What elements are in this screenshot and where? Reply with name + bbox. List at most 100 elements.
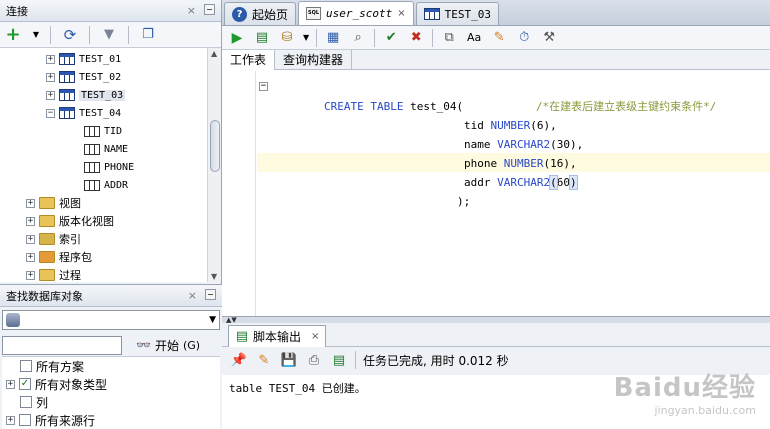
refresh-icon[interactable]: ⟳ (61, 26, 79, 44)
expand-icon[interactable]: + (26, 234, 35, 244)
collapse-icon[interactable]: − (46, 108, 55, 118)
explain-plan-icon[interactable]: ▦ (324, 29, 342, 47)
tree-node-packages[interactable]: + 程序包 (26, 248, 92, 266)
save-icon[interactable]: 💾 (280, 351, 298, 369)
toolbar-separator (89, 25, 90, 44)
expand-icon[interactable]: + (6, 379, 15, 389)
expand-icon[interactable]: + (26, 216, 35, 226)
toolbar-separator (432, 28, 434, 47)
checkbox[interactable] (20, 396, 32, 408)
checkbox[interactable] (19, 414, 31, 426)
scroll-thumb[interactable] (210, 120, 220, 172)
expand-icon[interactable]: + (26, 198, 35, 208)
minimize-icon[interactable] (204, 4, 215, 15)
close-tab-icon[interactable]: × (397, 8, 405, 19)
tab-script-output[interactable]: ▤ 脚本输出 × (228, 324, 327, 347)
eraser-icon[interactable]: ✎ (255, 351, 273, 369)
tree-node-column-addr[interactable]: ADDR (84, 176, 128, 194)
connection-select[interactable]: ▼ (2, 310, 220, 330)
option-all-schemas[interactable]: 所有方案 (20, 357, 84, 375)
close-tab-icon[interactable]: × (311, 331, 319, 342)
sql-keyword: CREATE TABLE (323, 100, 404, 113)
expand-icon[interactable]: + (26, 270, 35, 280)
tree-node-label: TEST_04 (79, 107, 122, 119)
tree-node-test-02[interactable]: + TEST_02 (46, 68, 121, 86)
fold-toggle-icon[interactable]: − (259, 82, 268, 91)
scroll-up-icon[interactable]: ▲ (211, 49, 217, 58)
run-statement-icon[interactable]: ▶ (228, 29, 246, 47)
sql-text: 60 (556, 176, 570, 189)
tree-node-label: 过程 (59, 269, 81, 282)
column-icon (84, 143, 100, 155)
column-icon (84, 125, 100, 137)
tree-node-test-01[interactable]: + TEST_01 (46, 50, 121, 68)
tree-node-test-04[interactable]: − TEST_04 (46, 104, 121, 122)
open-file-icon[interactable]: ▤ (330, 351, 348, 369)
sql-history-icon[interactable]: ⧉ (440, 29, 458, 47)
matched-paren: ) (569, 175, 578, 190)
tab-user-scott[interactable]: SQL user_scott × (298, 1, 414, 25)
expand-icon[interactable]: + (46, 72, 55, 82)
panel-splitter[interactable]: ▲▼ (222, 316, 770, 324)
tree-node-indexes[interactable]: + 索引 (26, 230, 81, 248)
expand-icon[interactable]: + (6, 415, 15, 425)
expand-icon[interactable]: + (26, 252, 35, 262)
minimize-icon[interactable] (205, 289, 216, 300)
expand-icon[interactable]: + (46, 90, 55, 100)
tree-node-views[interactable]: + 视图 (26, 194, 81, 212)
table-icon (59, 71, 75, 83)
option-all-source-lines[interactable]: + 所有来源行 (6, 411, 95, 429)
tab-label: 脚本输出 (253, 329, 302, 344)
expand-icon[interactable]: + (46, 54, 55, 64)
close-icon[interactable]: × (188, 289, 197, 302)
tab-start-page[interactable]: ? 起始页 (224, 2, 297, 25)
output-status: 任务已完成, 用时 0.012 秒 (363, 353, 509, 368)
tree-node-column-name[interactable]: NAME (84, 140, 128, 158)
commit-transaction-icon[interactable]: ✔ (382, 29, 400, 47)
scroll-down-icon[interactable]: ▼ (211, 272, 217, 281)
subtab-query-builder[interactable]: 查询构建器 (275, 49, 353, 70)
pin-icon[interactable]: 📌 (230, 351, 248, 369)
tree-node-column-tid[interactable]: TID (84, 122, 122, 140)
tree-node-procedures[interactable]: + 过程 (26, 266, 81, 282)
matched-paren: ( (549, 175, 558, 190)
autotrace-icon[interactable]: ⌕ (349, 29, 367, 47)
tree-scrollbar[interactable]: ▲ ▼ (207, 48, 221, 282)
add-connection-icon[interactable]: + (4, 24, 22, 45)
schema-browser-icon[interactable]: ❐ (139, 26, 157, 44)
script-output-icon: ▤ (235, 328, 249, 344)
tree-node-test-03[interactable]: + TEST_03 (46, 86, 126, 104)
checkbox[interactable] (20, 360, 32, 372)
output-tab-strip: ▤ 脚本输出 × (222, 323, 770, 347)
search-input[interactable] (2, 335, 122, 355)
case-toggle-icon[interactable]: Aa (465, 29, 483, 47)
tree-node-column-phone[interactable]: PHONE (84, 158, 134, 176)
tab-test-03[interactable]: TEST_03 (415, 2, 499, 25)
chevron-down-icon[interactable]: ▼ (32, 26, 40, 44)
sqldeveloper-window: 连接 × + ▼ ⟳ ▼ ❐ + TEST_01 + TEST_02 + TES… (0, 0, 770, 429)
option-columns[interactable]: 列 (20, 393, 48, 411)
filter-icon[interactable]: ▼ (100, 26, 118, 44)
watermark-url: jingyan.baidu.com (654, 404, 756, 417)
tools-icon[interactable]: ⚒ (540, 29, 558, 47)
option-all-object-types[interactable]: + ✓ 所有对象类型 (6, 375, 107, 393)
close-icon[interactable]: × (187, 4, 196, 17)
subtab-worksheet[interactable]: 工作表 (222, 49, 276, 70)
tree-node-label: TEST_03 (79, 89, 126, 101)
chevron-down-icon[interactable]: ▼ (303, 33, 309, 42)
tree-node-editioning-views[interactable]: + 版本化视图 (26, 212, 114, 230)
output-text-area[interactable]: table TEST_04 已创建。 Baidu经验 jingyan.baidu… (222, 373, 770, 429)
checkbox-checked[interactable]: ✓ (19, 378, 31, 390)
sql-editor[interactable]: − CREATE TABLE test_04( /*在建表后建立表级主键约束条件… (222, 71, 770, 316)
object-type-list: 所有方案 + ✓ 所有对象类型 列 + 所有来源行 (2, 356, 220, 429)
print-icon[interactable]: ⎙ (305, 351, 323, 369)
option-label: 所有对象类型 (35, 377, 108, 392)
connections-panel-header: 连接 × (0, 0, 221, 22)
go-button[interactable]: 👓 开始 (G) (136, 337, 200, 354)
chevron-down-icon[interactable]: ▼ (209, 315, 216, 325)
commit-icon[interactable]: ⛁ (278, 29, 296, 47)
eraser-icon[interactable]: ✎ (490, 29, 508, 47)
rollback-icon[interactable]: ✖ (407, 29, 425, 47)
timer-icon[interactable]: ⏱ (515, 29, 533, 47)
run-script-icon[interactable]: ▤ (253, 29, 271, 47)
